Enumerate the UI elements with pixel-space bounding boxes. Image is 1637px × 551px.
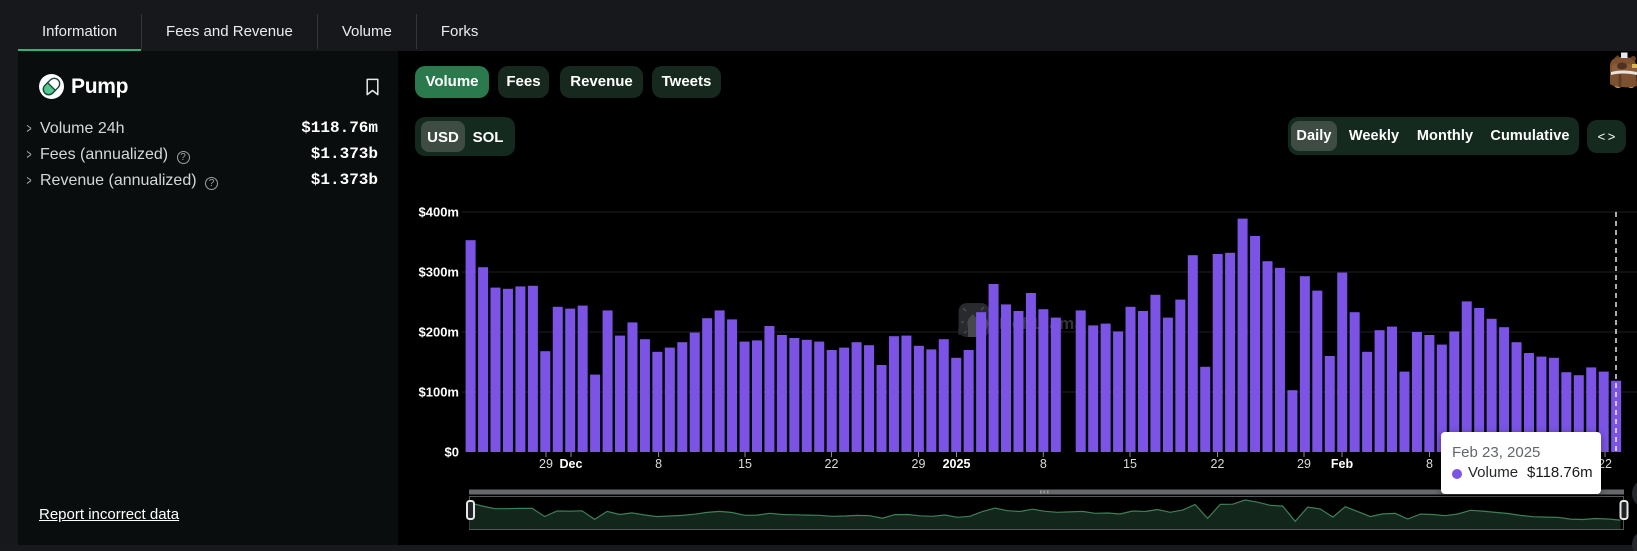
svg-text:8: 8: [655, 457, 662, 471]
svg-text:29: 29: [1297, 457, 1311, 471]
svg-text:15: 15: [738, 457, 752, 471]
svg-text:15: 15: [1123, 457, 1137, 471]
svg-text:$400m: $400m: [419, 205, 459, 220]
svg-text:8: 8: [1426, 457, 1433, 471]
svg-text:29: 29: [912, 457, 926, 471]
svg-text:8: 8: [1040, 457, 1047, 471]
svg-text:Feb: Feb: [1331, 457, 1354, 471]
svg-text:Dec: Dec: [560, 457, 583, 471]
svg-text:$100m: $100m: [419, 385, 459, 400]
svg-text:$200m: $200m: [419, 325, 459, 340]
svg-text:$300m: $300m: [419, 265, 459, 280]
svg-text:22: 22: [825, 457, 839, 471]
svg-text:2025: 2025: [943, 457, 971, 471]
svg-text:22: 22: [1211, 457, 1225, 471]
svg-text:$0: $0: [445, 445, 459, 460]
svg-text:29: 29: [539, 457, 553, 471]
